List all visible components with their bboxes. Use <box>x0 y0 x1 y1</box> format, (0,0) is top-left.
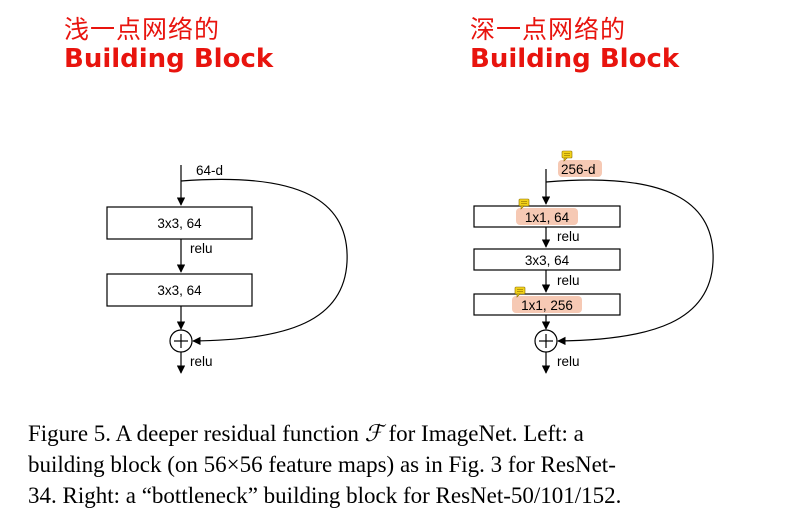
right-relu-1: relu <box>557 229 580 244</box>
caption-line-1-end: for ImageNet. Left: a <box>382 421 584 446</box>
right-layer-3-label: 1x1, 256 <box>521 298 573 313</box>
comment-note-icon <box>561 150 573 162</box>
residual-block-diagram: 64-d 3x3, 64 relu 3x3, 64 relu 256-d 1x1… <box>106 150 714 374</box>
right-add-icon <box>534 329 558 353</box>
left-relu-1: relu <box>190 241 213 256</box>
left-layer-2-label: 3x3, 64 <box>157 283 202 298</box>
caption-function-symbol: ℱ <box>364 421 383 446</box>
right-input-label: 256-d <box>561 162 596 177</box>
left-add-icon <box>169 329 193 353</box>
caption-line-1: Figure 5. A deeper residual function ℱ f… <box>28 418 758 449</box>
left-shortcut-connection <box>180 178 348 346</box>
right-relu-3: relu <box>557 354 580 369</box>
left-layer-1-label: 3x3, 64 <box>157 216 202 231</box>
caption-line-2: building block (on 56×56 feature maps) a… <box>28 452 616 477</box>
figure-caption: Figure 5. A deeper residual function ℱ f… <box>28 418 758 511</box>
left-building-block: 64-d 3x3, 64 relu 3x3, 64 relu <box>106 163 348 374</box>
right-relu-2: relu <box>557 273 580 288</box>
right-building-block: 256-d 1x1, 64 relu 3x3, 64 relu 1x1, 256… <box>473 150 714 374</box>
caption-line-1-start: Figure 5. A deeper residual function <box>28 421 365 446</box>
caption-line-3: 34. Right: a “bottleneck” building block… <box>28 483 622 508</box>
left-input-label: 64-d <box>196 163 223 178</box>
right-layer-1-label: 1x1, 64 <box>525 210 570 225</box>
left-relu-2: relu <box>190 354 213 369</box>
right-layer-2-label: 3x3, 64 <box>525 253 570 268</box>
